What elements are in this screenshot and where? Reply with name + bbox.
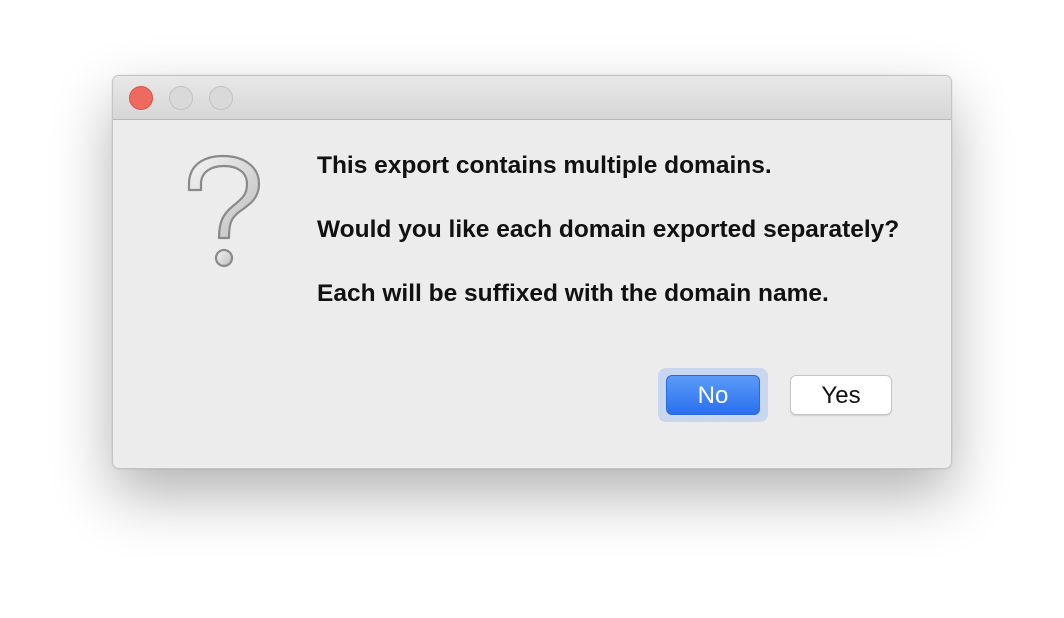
close-window-button[interactable] xyxy=(129,86,153,110)
screen: This export contains multiple domains. W… xyxy=(0,0,1064,618)
question-mark-icon xyxy=(187,154,261,268)
zoom-window-button[interactable] xyxy=(209,86,233,110)
minimize-window-button[interactable] xyxy=(169,86,193,110)
alert-title: This export contains multiple domains. xyxy=(317,152,772,179)
no-button[interactable]: No xyxy=(666,375,760,415)
alert-question: Would you like each domain exported sepa… xyxy=(317,216,900,243)
title-bar[interactable] xyxy=(113,76,951,120)
alert-note: Each will be suffixed with the domain na… xyxy=(317,280,829,307)
alert-dialog: This export contains multiple domains. W… xyxy=(112,75,952,469)
yes-button[interactable]: Yes xyxy=(790,375,892,415)
alert-message: This export contains multiple domains. W… xyxy=(317,150,917,342)
